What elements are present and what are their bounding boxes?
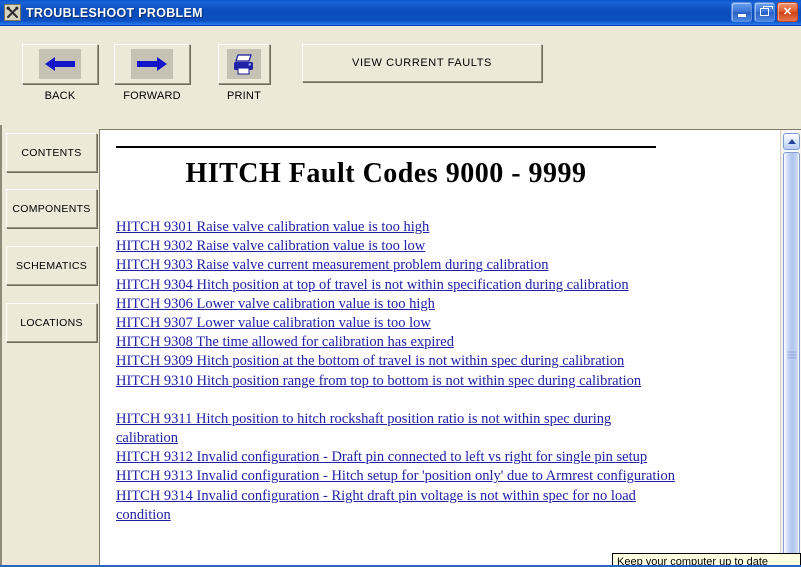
document-scroll-area: HITCH Fault Codes 9000 - 9999 HITCH 9301…	[100, 130, 781, 567]
scroll-up-button[interactable]	[783, 133, 800, 150]
fault-link-9313[interactable]: HITCH 9313 Invalid configuration - Hitch…	[116, 468, 675, 484]
sidebar-item-locations[interactable]: LOCATIONS	[6, 303, 97, 342]
list-item: HITCH 9310 Hitch position range from top…	[116, 372, 676, 391]
fault-link-9306[interactable]: HITCH 9306 Lower valve calibration value…	[116, 296, 435, 312]
window-controls: ✕	[731, 2, 798, 22]
forward-tool: FORWARD	[106, 44, 198, 102]
fault-link-9303[interactable]: HITCH 9303 Raise valve current measureme…	[116, 257, 548, 273]
sidebar-item-contents[interactable]: CONTENTS	[6, 133, 97, 172]
forward-label: FORWARD	[123, 90, 181, 102]
sidebar-item-schematics[interactable]: SCHEMATICS	[6, 246, 97, 285]
list-item: HITCH 9303 Raise valve current measureme…	[116, 256, 676, 275]
arrow-left-icon	[45, 57, 75, 71]
forward-button[interactable]	[114, 44, 190, 84]
navigation-sidebar: CONTENTS COMPONENTS SCHEMATICS LOCATIONS	[0, 125, 99, 567]
sidebar-item-components[interactable]: COMPONENTS	[6, 189, 97, 228]
scrollbar-grip-icon	[787, 351, 796, 361]
fault-code-link-list: HITCH 9301 Raise valve calibration value…	[116, 218, 676, 525]
fault-link-9308[interactable]: HITCH 9308 The time allowed for calibrat…	[116, 334, 454, 350]
list-item: HITCH 9313 Invalid configuration - Hitch…	[116, 467, 676, 486]
title-divider	[116, 146, 656, 148]
back-button[interactable]	[22, 44, 98, 84]
list-item: HITCH 9306 Lower valve calibration value…	[116, 295, 676, 314]
fault-code-document: HITCH Fault Codes 9000 - 9999 HITCH 9301…	[100, 130, 781, 525]
print-tool: PRINT	[198, 44, 290, 102]
window-title-bar[interactable]: TROUBLESHOOT PROBLEM ✕	[0, 0, 801, 26]
fault-link-9309[interactable]: HITCH 9309 Hitch position at the bottom …	[116, 353, 624, 369]
crossed-tools-icon	[4, 4, 21, 21]
main-toolbar: BACK FORWARD PRINT VIEW CURRENT FAULTS	[0, 26, 801, 125]
list-item: HITCH 9309 Hitch position at the bottom …	[116, 352, 676, 371]
fault-link-9302[interactable]: HITCH 9302 Raise valve calibration value…	[116, 238, 425, 254]
fault-link-9304[interactable]: HITCH 9304 Hitch position at top of trav…	[116, 277, 629, 293]
back-icon-container	[39, 49, 81, 79]
print-label: PRINT	[227, 90, 261, 102]
scroll-up-arrow-icon	[787, 139, 796, 144]
forward-icon-container	[131, 49, 173, 79]
fault-link-9312[interactable]: HITCH 9312 Invalid configuration - Draft…	[116, 449, 647, 465]
fault-link-9310[interactable]: HITCH 9310 Hitch position range from top…	[116, 373, 641, 389]
fault-link-9301[interactable]: HITCH 9301 Raise valve calibration value…	[116, 219, 429, 235]
document-pane: HITCH Fault Codes 9000 - 9999 HITCH 9301…	[99, 129, 801, 567]
list-item: HITCH 9311 Hitch position to hitch rocks…	[116, 410, 676, 448]
list-item: HITCH 9301 Raise valve calibration value…	[116, 218, 676, 237]
back-tool: BACK	[14, 44, 106, 102]
back-label: BACK	[44, 90, 76, 102]
list-item: HITCH 9312 Invalid configuration - Draft…	[116, 448, 676, 467]
application-window: TROUBLESHOOT PROBLEM ✕ BACK FORWARD PRIN…	[0, 0, 801, 567]
close-button[interactable]: ✕	[777, 2, 798, 22]
minimize-button[interactable]	[731, 2, 752, 22]
close-icon: ✕	[782, 5, 793, 18]
scrollbar-thumb[interactable]	[783, 152, 800, 560]
list-item: HITCH 9314 Invalid configuration - Right…	[116, 487, 676, 525]
page-title: HITCH Fault Codes 9000 - 9999	[185, 158, 587, 189]
vertical-scrollbar[interactable]	[780, 130, 801, 567]
list-item: HITCH 9302 Raise valve calibration value…	[116, 237, 676, 256]
list-item: HITCH 9307 Lower value calibration value…	[116, 314, 676, 333]
list-item: HITCH 9304 Hitch position at top of trav…	[116, 276, 676, 295]
printer-icon	[234, 53, 253, 74]
list-item: HITCH 9308 The time allowed for calibrat…	[116, 333, 676, 352]
fault-link-9307[interactable]: HITCH 9307 Lower value calibration value…	[116, 315, 431, 331]
restore-icon	[760, 6, 773, 16]
print-button[interactable]	[218, 44, 270, 84]
window-title: TROUBLESHOOT PROBLEM	[26, 5, 203, 20]
fault-link-9311[interactable]: HITCH 9311 Hitch position to hitch rocks…	[116, 411, 611, 446]
view-current-faults-button[interactable]: VIEW CURRENT FAULTS	[302, 44, 542, 82]
print-icon-container	[227, 49, 261, 79]
minimize-icon	[737, 13, 746, 17]
arrow-right-icon	[137, 57, 167, 71]
fault-link-9314[interactable]: HITCH 9314 Invalid configuration - Right…	[116, 488, 636, 523]
restore-button[interactable]	[754, 2, 775, 22]
